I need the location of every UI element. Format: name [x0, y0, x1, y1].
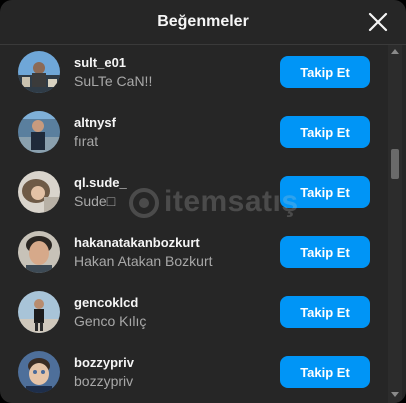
dialog-header: Beğenmeler: [0, 0, 406, 45]
avatar[interactable]: [18, 231, 60, 273]
scrollbar[interactable]: [388, 45, 402, 403]
avatar[interactable]: [18, 351, 60, 393]
username[interactable]: gencoklcd: [74, 295, 138, 310]
scroll-up-arrow-icon[interactable]: [391, 49, 399, 54]
follow-button[interactable]: Takip Et: [280, 56, 370, 88]
scroll-down-arrow-icon[interactable]: [391, 392, 399, 397]
avatar[interactable]: [18, 111, 60, 153]
follow-button[interactable]: Takip Et: [280, 236, 370, 268]
likes-dialog: Beğenmeler sult_e01 SuLTe CaN!! Takip Et…: [0, 0, 406, 403]
list-item: gencoklcd Genco Kılıç Takip Et: [0, 285, 388, 345]
follow-button[interactable]: Takip Et: [280, 176, 370, 208]
likes-list: sult_e01 SuLTe CaN!! Takip Et altnysf fı…: [0, 45, 388, 403]
username[interactable]: bozzypriv: [74, 355, 134, 370]
full-name: SuLTe CaN!!: [74, 73, 153, 89]
follow-button[interactable]: Takip Et: [280, 116, 370, 148]
follow-button[interactable]: Takip Et: [280, 296, 370, 328]
username[interactable]: hakanatakanbozkurt: [74, 235, 200, 250]
list-item: bozzypriv bozzypriv Takip Et: [0, 345, 388, 403]
full-name: Genco Kılıç: [74, 313, 147, 329]
avatar[interactable]: [18, 51, 60, 93]
full-name: Hakan Atakan Bozkurt: [74, 253, 213, 269]
avatar[interactable]: [18, 171, 60, 213]
dialog-title: Beğenmeler: [157, 13, 249, 30]
list-item: ql.sude_ Sude□ Takip Et: [0, 165, 388, 225]
full-name: bozzypriv: [74, 373, 134, 389]
full-name: fırat: [74, 133, 99, 149]
list-item: sult_e01 SuLTe CaN!! Takip Et: [0, 45, 388, 105]
username[interactable]: sult_e01: [74, 55, 126, 70]
list-item: hakanatakanbozkurt Hakan Atakan Bozkurt …: [0, 225, 388, 285]
username[interactable]: ql.sude_: [74, 175, 127, 190]
follow-button[interactable]: Takip Et: [280, 356, 370, 388]
scroll-thumb[interactable]: [391, 149, 399, 179]
username[interactable]: altnysf: [74, 115, 116, 130]
close-icon[interactable]: [366, 10, 390, 34]
full-name: Sude□: [74, 193, 116, 209]
avatar[interactable]: [18, 291, 60, 333]
list-item: altnysf fırat Takip Et: [0, 105, 388, 165]
